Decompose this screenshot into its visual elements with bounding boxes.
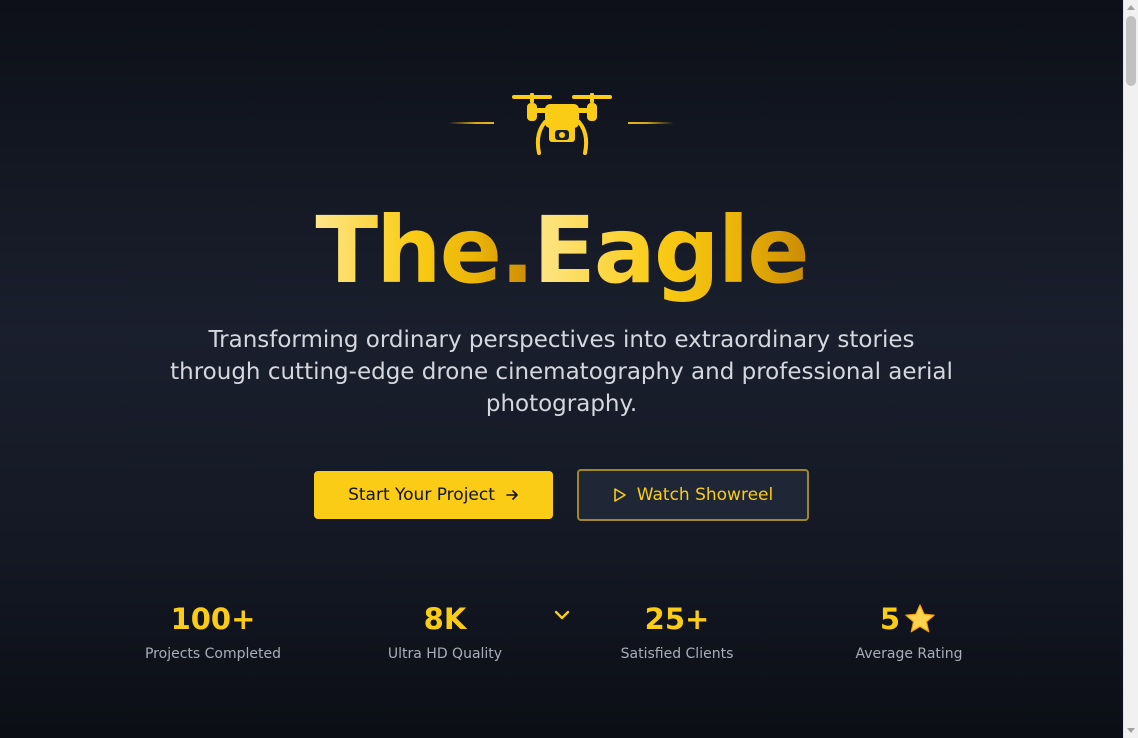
stat-quality: 8K Ultra HD Quality <box>345 600 545 662</box>
stat-label: Satisfied Clients <box>620 646 734 662</box>
play-icon <box>613 488 626 502</box>
stat-label: Average Rating <box>855 646 963 662</box>
stat-label: Projects Completed <box>144 646 281 662</box>
divider-right <box>628 122 674 124</box>
start-project-label: Start Your Project <box>348 485 495 505</box>
scroll-down-icon[interactable] <box>1127 728 1135 733</box>
star-icon <box>905 604 935 633</box>
scroll-up-icon[interactable] <box>1127 5 1135 10</box>
stat-projects: 100+ Projects Completed <box>113 600 313 662</box>
scrollbar[interactable] <box>1123 0 1138 738</box>
drone-icon <box>512 93 612 155</box>
watch-showreel-label: Watch Showreel <box>636 485 774 505</box>
scrollbar-thumb[interactable] <box>1126 16 1136 86</box>
brand-title: The.Eagle <box>0 196 1123 306</box>
arrow-right-icon <box>506 490 518 500</box>
stat-rating: 5 Average Rating <box>809 600 1009 662</box>
hero-tagline: Transforming ordinary perspectives into … <box>170 327 953 417</box>
brand-title-part1: The. <box>315 197 535 304</box>
stat-value: 25+ <box>644 602 710 636</box>
logo-mark <box>0 90 1123 156</box>
stat-value: 5 <box>879 602 901 636</box>
stat-value-row: 5 <box>809 600 1009 638</box>
watch-showreel-button[interactable]: Watch Showreel <box>577 469 809 521</box>
chevron-down-icon[interactable] <box>553 608 571 622</box>
stat-clients: 25+ Satisfied Clients <box>577 600 777 662</box>
stat-value: 100+ <box>170 602 256 636</box>
start-project-button[interactable]: Start Your Project <box>314 471 553 519</box>
brand-title-part2: Eagle <box>532 197 810 304</box>
divider-left <box>448 122 494 124</box>
stat-value: 8K <box>423 602 467 636</box>
hero-section: The.Eagle Transforming ordinary perspect… <box>0 0 1123 738</box>
stat-label: Ultra HD Quality <box>387 646 503 662</box>
